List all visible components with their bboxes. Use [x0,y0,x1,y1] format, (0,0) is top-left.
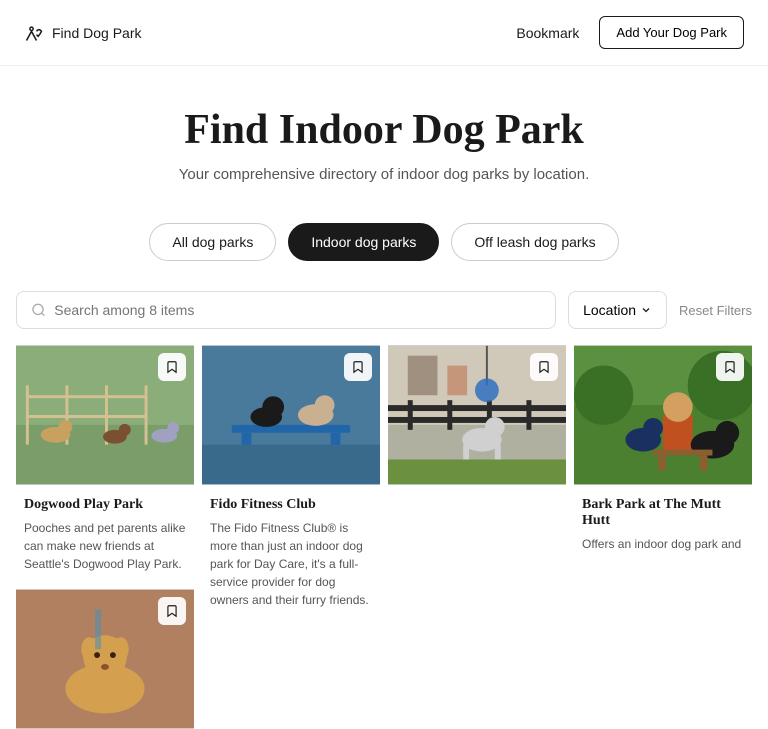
nav-logo-text: Find Dog Park [52,25,141,41]
card-title-bark-park: Bark Park at The Mutt Hutt [582,497,744,529]
search-icon [31,302,46,318]
tab-indoor-dog-parks[interactable]: Indoor dog parks [288,223,439,261]
card-column-1: Fido Fitness Club The Fido Fitness Club®… [202,345,380,729]
hero-section: Find Indoor Dog Park Your comprehensive … [0,66,768,213]
location-label: Location [583,302,636,318]
card-image-col0-second [16,589,194,729]
card-desc-bark-park: Offers an indoor dog park and [582,535,744,553]
card-column-0: Dogwood Play Park Pooches and pet parent… [16,345,194,729]
card-bark-park: Bark Park at The Mutt Hutt Offers an ind… [574,345,752,561]
card-fido-fitness: Fido Fitness Club The Fido Fitness Club®… [202,345,380,617]
card-desc-fido: The Fido Fitness Club® is more than just… [210,519,372,609]
navbar: Find Dog Park Bookmark Add Your Dog Park [0,0,768,66]
bookmark-button[interactable]: Bookmark [516,25,579,41]
card-image-dogwood [16,345,194,485]
bookmark-icon-fido [351,360,365,374]
card-image-fido [202,345,380,485]
location-filter-button[interactable]: Location [568,291,667,329]
cards-section: Dogwood Play Park Pooches and pet parent… [0,345,768,729]
card-body-dogwood: Dogwood Play Park Pooches and pet parent… [16,485,194,581]
card-agility [388,345,566,485]
search-input[interactable] [54,302,541,318]
card-title-dogwood: Dogwood Play Park [24,497,186,513]
chevron-down-icon [640,304,652,316]
bookmark-icon-bark-park [723,360,737,374]
nav-right: Bookmark Add Your Dog Park [516,16,744,49]
page-subtitle: Your comprehensive directory of indoor d… [24,166,744,183]
card-image-bark-park [574,345,752,485]
tab-all-dog-parks[interactable]: All dog parks [149,223,276,261]
bookmark-button-bark-park[interactable] [716,353,744,381]
bookmark-button-agility[interactable] [530,353,558,381]
search-row: Location Reset Filters [0,291,768,345]
reset-filters-button[interactable]: Reset Filters [679,303,752,318]
bookmark-icon-agility [537,360,551,374]
nav-logo: Find Dog Park [24,23,141,43]
card-column-3: Bark Park at The Mutt Hutt Offers an ind… [574,345,752,729]
card-dogwood-play-park: Dogwood Play Park Pooches and pet parent… [16,345,194,581]
card-title-fido: Fido Fitness Club [210,497,372,513]
card-body-fido: Fido Fitness Club The Fido Fitness Club®… [202,485,380,617]
cards-grid: Dogwood Play Park Pooches and pet parent… [16,345,752,729]
search-input-wrap [16,291,556,329]
bookmark-icon-col0-second [165,604,179,618]
bookmark-icon-dogwood [165,360,179,374]
card-body-bark-park: Bark Park at The Mutt Hutt Offers an ind… [574,485,752,561]
card-col0-second [16,589,194,729]
dog-park-icon [24,23,44,43]
filter-tabs: All dog parks Indoor dog parks Off leash… [0,213,768,291]
bookmark-button-dogwood[interactable] [158,353,186,381]
tab-off-leash-dog-parks[interactable]: Off leash dog parks [451,223,618,261]
card-image-agility [388,345,566,485]
add-dog-park-button[interactable]: Add Your Dog Park [599,16,744,49]
bookmark-button-col0-second[interactable] [158,597,186,625]
page-title: Find Indoor Dog Park [24,106,744,154]
card-column-2 [388,345,566,729]
bookmark-button-fido[interactable] [344,353,372,381]
card-desc-dogwood: Pooches and pet parents alike can make n… [24,519,186,573]
